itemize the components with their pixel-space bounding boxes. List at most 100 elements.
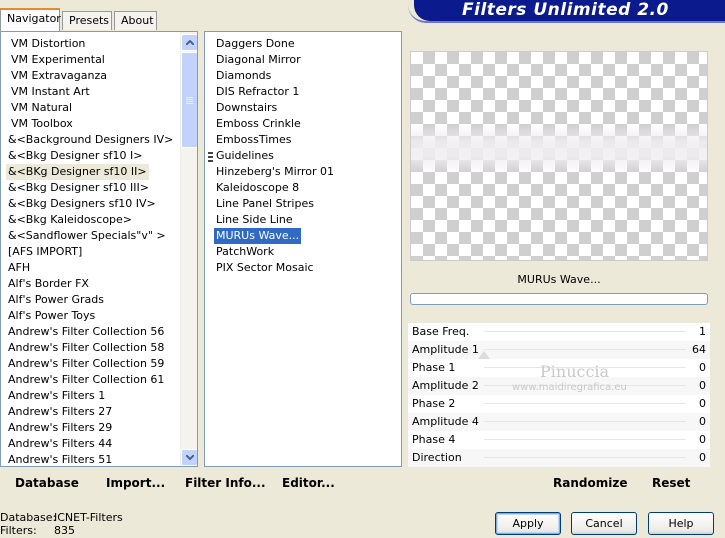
tab-navigator[interactable]: Navigator: [0, 8, 61, 31]
scroll-thumb[interactable]: [181, 52, 197, 148]
scroll-down-button[interactable]: [181, 449, 197, 466]
status-database-label: Database:: [0, 511, 57, 524]
filter-list[interactable]: Daggers Done Diagonal Mirror Diamonds DIS R…: [204, 31, 402, 467]
parameter-name: Amplitude 4: [412, 415, 479, 428]
filter-item[interactable]: Line Panel Stripes: [214, 196, 316, 212]
filter-item[interactable]: Guidelines: [214, 148, 276, 164]
category-item[interactable]: &<Bkg Designer sf10 III>: [6, 180, 151, 196]
parameter-row[interactable]: Direction 0: [408, 449, 710, 467]
parameter-slider-track[interactable]: [484, 349, 686, 350]
tab-about-label: About: [121, 14, 154, 27]
filter-item[interactable]: DIS Refractor 1: [214, 84, 301, 100]
filter-item[interactable]: Diagonal Mirror: [214, 52, 303, 68]
category-item[interactable]: Andrew's Filters 51: [6, 452, 114, 466]
filter-item[interactable]: MURUs Wave...: [212, 227, 303, 245]
filter-item[interactable]: Line Side Line: [214, 212, 295, 228]
parameter-name: Phase 2: [412, 397, 456, 410]
status-filters: Filters: 835: [0, 524, 75, 537]
database-button[interactable]: Database: [15, 476, 79, 490]
selected-filter-label: MURUs Wave...: [517, 273, 601, 286]
parameter-slider-track[interactable]: [484, 403, 686, 404]
tab-navigator-label: Navigator: [7, 12, 61, 25]
category-item[interactable]: VM Experimental: [9, 52, 107, 68]
parameter-slider-track[interactable]: [484, 331, 686, 332]
parameter-row[interactable]: Phase 4 0: [408, 431, 710, 449]
category-item[interactable]: &<Sandflower Specials"v" >: [6, 228, 168, 244]
filter-item[interactable]: Diamonds: [214, 68, 273, 84]
category-item[interactable]: VM Natural: [9, 100, 74, 116]
category-item[interactable]: VM Instant Art: [9, 84, 92, 100]
status-database-value: ICNET-Filters: [54, 511, 123, 524]
status-filters-value: 835: [54, 524, 75, 537]
parameter-value: 0: [699, 397, 706, 410]
randomize-button[interactable]: Randomize: [553, 476, 627, 490]
category-item[interactable]: Andrew's Filter Collection 61: [6, 372, 166, 388]
category-scrollbar[interactable]: [180, 32, 197, 466]
parameter-name: Amplitude 1: [412, 343, 479, 356]
category-item[interactable]: Andrew's Filters 27: [6, 404, 114, 420]
category-item[interactable]: Andrew's Filter Collection 59: [6, 356, 166, 372]
progress-bar: [410, 293, 708, 305]
help-button[interactable]: Help: [648, 512, 714, 535]
category-item[interactable]: Andrew's Filter Collection 58: [6, 340, 166, 356]
category-item[interactable]: Andrew's Filter Collection 56: [6, 324, 166, 340]
parameter-name: Phase 1: [412, 361, 456, 374]
scroll-up-button[interactable]: [181, 34, 197, 51]
category-item[interactable]: &<Bkg Kaleidoscope>: [6, 212, 134, 228]
filter-item[interactable]: PatchWork: [214, 244, 276, 260]
filter-item[interactable]: Downstairs: [214, 100, 279, 116]
parameter-value: 0: [699, 433, 706, 446]
filter-item[interactable]: Daggers Done: [214, 36, 297, 52]
tab-strip: Navigator Presets About: [0, 0, 410, 31]
tab-presets-label: Presets: [69, 14, 110, 27]
category-item[interactable]: AFH: [6, 260, 32, 276]
grip-marker: [208, 152, 213, 163]
category-item[interactable]: &<Bkg Designer sf10 I>: [6, 148, 145, 164]
filter-item[interactable]: Emboss Crinkle: [214, 116, 303, 132]
parameter-value: 0: [699, 415, 706, 428]
parameter-slider-track[interactable]: [484, 421, 686, 422]
import-button[interactable]: Import...: [106, 476, 165, 490]
parameter-row[interactable]: Amplitude 4 0: [408, 413, 710, 431]
tab-presets[interactable]: Presets: [62, 11, 112, 30]
editor-button[interactable]: Editor...: [282, 476, 335, 490]
watermark-site: www.maidiregrafica.eu: [512, 382, 627, 393]
watermark-name: Pinuccia: [540, 362, 610, 381]
status-database: Database: ICNET-Filters: [0, 511, 123, 524]
category-item[interactable]: &<BKg Designer sf10 II>: [6, 164, 149, 180]
parameter-name: Direction: [412, 451, 462, 464]
arrow-down-icon: [186, 455, 194, 460]
category-item[interactable]: Alf's Power Toys: [6, 308, 97, 324]
category-item[interactable]: VM Extravaganza: [9, 68, 109, 84]
tab-about[interactable]: About: [114, 11, 157, 30]
parameter-name: Base Freq.: [412, 325, 470, 338]
filter-item[interactable]: Kaleidoscope 8: [214, 180, 301, 196]
parameter-slider-track[interactable]: [484, 457, 686, 458]
reset-button[interactable]: Reset: [652, 476, 690, 490]
category-item[interactable]: Andrew's Filters 1: [6, 388, 107, 404]
category-item[interactable]: &<Background Designers IV>: [6, 132, 175, 148]
parameter-row[interactable]: Base Freq. 1: [408, 323, 710, 341]
category-item[interactable]: Alf's Border FX: [6, 276, 91, 292]
filter-item[interactable]: EmbossTimes: [214, 132, 294, 148]
category-list[interactable]: VM Distortion VM Experimental VM Extravaga…: [0, 31, 198, 467]
parameter-name: Phase 4: [412, 433, 456, 446]
category-item[interactable]: Alf's Power Grads: [6, 292, 106, 308]
parameter-row[interactable]: Phase 2 0: [408, 395, 710, 413]
filter-item[interactable]: PIX Sector Mosaic: [214, 260, 316, 276]
category-item[interactable]: VM Toolbox: [9, 116, 75, 132]
slider-thumb[interactable]: [478, 351, 490, 359]
category-item[interactable]: Andrew's Filters 29: [6, 420, 114, 436]
category-item[interactable]: Andrew's Filters 44: [6, 436, 114, 452]
category-item[interactable]: VM Distortion: [9, 36, 87, 52]
filter-info-button[interactable]: Filter Info...: [185, 476, 266, 490]
parameter-name: Amplitude 2: [412, 379, 479, 392]
apply-button[interactable]: Apply: [495, 512, 561, 535]
category-item[interactable]: &<Bkg Designers sf10 IV>: [6, 196, 158, 212]
cancel-button[interactable]: Cancel: [571, 512, 637, 535]
parameter-row[interactable]: Amplitude 1 64: [408, 341, 710, 359]
parameter-slider-track[interactable]: [484, 439, 686, 440]
filter-item[interactable]: Hinzeberg's Mirror 01: [214, 164, 336, 180]
category-item[interactable]: [AFS IMPORT]: [6, 244, 84, 260]
parameter-value: 1: [699, 325, 706, 338]
